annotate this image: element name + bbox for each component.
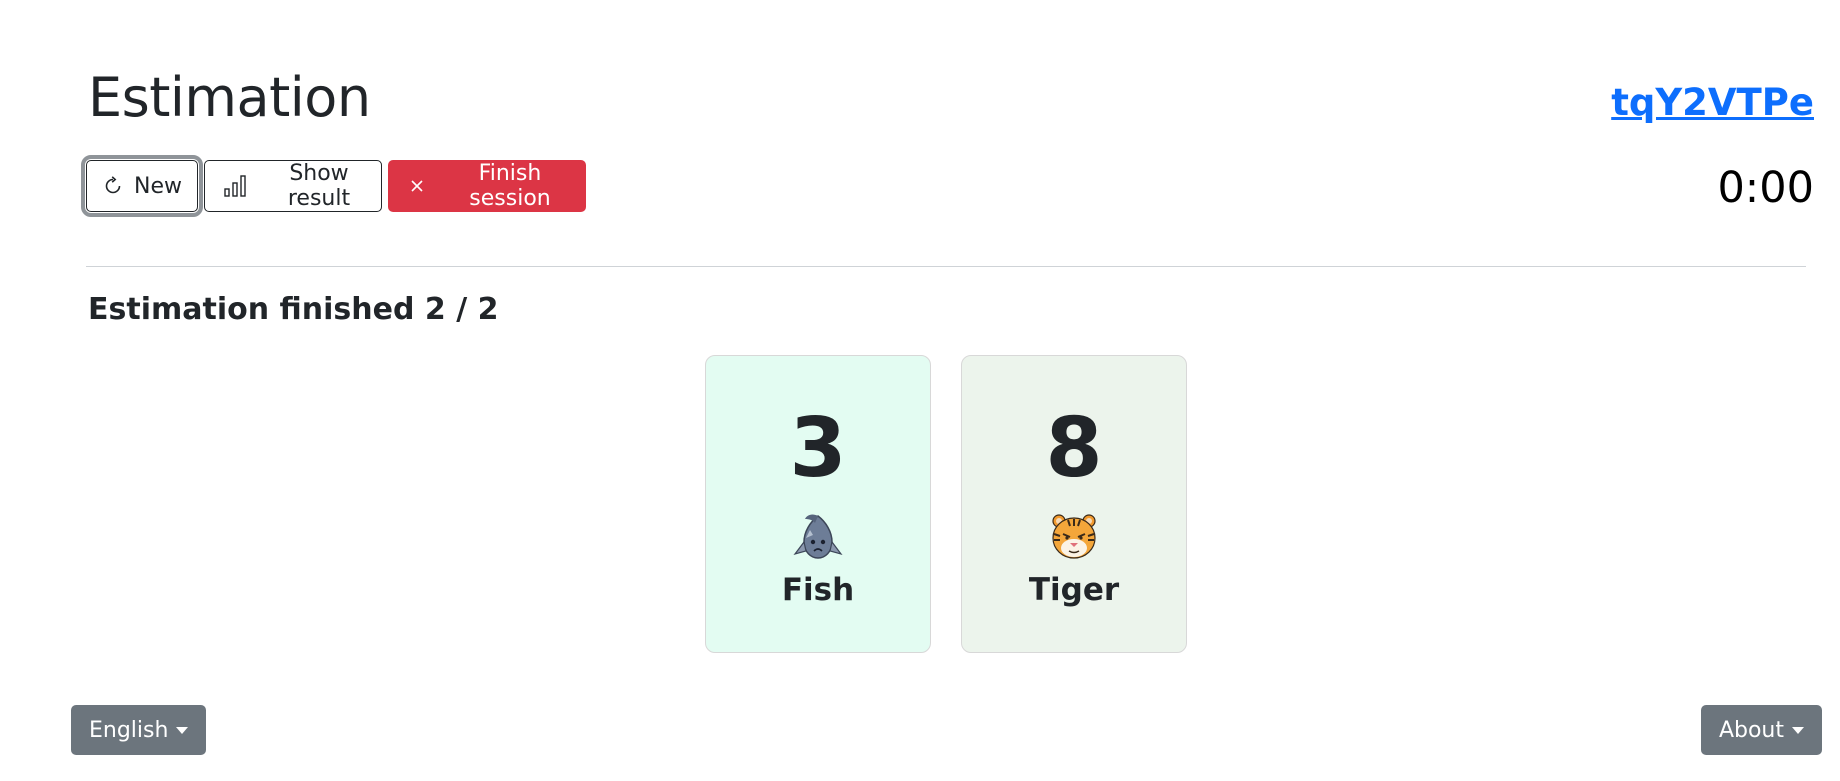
show-result-button[interactable]: Show result [204, 160, 382, 212]
card-value: 3 [789, 401, 847, 496]
bar-chart-icon [223, 174, 247, 198]
finish-session-button[interactable]: Finish session [388, 160, 586, 212]
estimation-cards: 3 Fish 8 Tiger [705, 355, 1187, 653]
finish-session-label: Finish session [469, 161, 551, 211]
fish-icon [792, 510, 844, 562]
language-dropdown[interactable]: English [71, 705, 207, 755]
card-player-name: Fish [781, 572, 855, 608]
estimation-status: Estimation finished 2 / 2 [88, 292, 499, 327]
refresh-icon [102, 175, 124, 197]
show-result-label: Show result [287, 161, 351, 211]
page-title: Estimation [88, 66, 371, 129]
card-value: 8 [1045, 401, 1103, 496]
estimation-card: 3 Fish [705, 355, 931, 653]
toolbar: New Show result Finish session [81, 155, 586, 217]
new-button[interactable]: New [81, 155, 203, 217]
language-label: English [89, 717, 169, 743]
divider [86, 266, 1806, 267]
about-dropdown[interactable]: About [1700, 705, 1822, 755]
estimation-card: 8 Tiger [961, 355, 1187, 653]
estimation-page: Estimation tqY2VTPe New Show result Fini… [0, 0, 1840, 781]
session-id-link[interactable]: tqY2VTPe [1611, 80, 1814, 126]
session-timer: 0:00 [1717, 163, 1814, 213]
caret-down-icon [1792, 726, 1804, 734]
caret-down-icon [176, 726, 189, 734]
close-icon [409, 178, 425, 194]
about-label: About [1718, 717, 1784, 743]
card-player-name: Tiger [1028, 572, 1120, 608]
tiger-icon [1048, 510, 1100, 562]
new-button-label: New [134, 173, 182, 199]
